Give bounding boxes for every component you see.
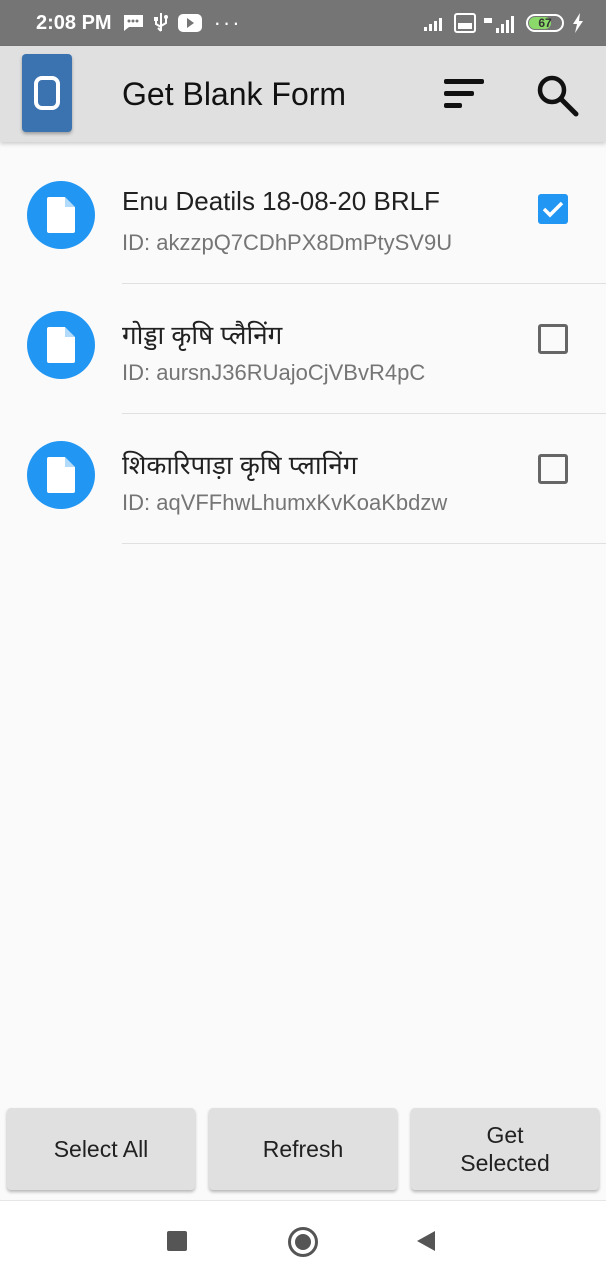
- recents-icon[interactable]: [167, 1231, 187, 1251]
- screen: 2:08 PM ··· 67 Get Blank Form Enu Deatil…: [0, 0, 606, 1280]
- youtube-icon: [177, 14, 202, 32]
- form-avatar: [27, 181, 95, 249]
- document-icon: [47, 197, 75, 233]
- form-list-item[interactable]: Enu Deatils 18-08-20 BRLF ID: akzzpQ7CDh…: [0, 154, 606, 284]
- status-icons-left: ···: [122, 12, 242, 34]
- form-checkbox[interactable]: [538, 324, 568, 354]
- form-title: शिकारिपाड़ा कृषि प्लानिंग: [122, 450, 358, 480]
- document-icon: [47, 327, 75, 363]
- checkmark-icon: [542, 201, 564, 218]
- search-icon: [537, 75, 579, 117]
- more-notifications-icon: ···: [213, 10, 242, 35]
- battery-icon: 67: [526, 14, 564, 32]
- status-bar: 2:08 PM ··· 67: [0, 0, 606, 46]
- toolbar: Get Blank Form: [0, 46, 606, 142]
- form-title: Enu Deatils 18-08-20 BRLF: [122, 186, 440, 216]
- form-avatar: [27, 311, 95, 379]
- status-time: 2:08 PM: [36, 11, 112, 34]
- form-checkbox[interactable]: [538, 194, 568, 224]
- page-title: Get Blank Form: [122, 76, 347, 112]
- back-icon[interactable]: [416, 1230, 436, 1252]
- document-icon: [47, 457, 75, 493]
- battery-level: 67: [538, 16, 552, 30]
- form-list-item[interactable]: गोड्डा कृषि प्लैनिंग ID: aursnJ36RUajoCj…: [0, 284, 606, 414]
- search-button[interactable]: [536, 74, 580, 118]
- charging-icon: [573, 13, 583, 33]
- volte-icon: [454, 13, 476, 33]
- status-icons-right: 67: [424, 13, 584, 33]
- 4g-signal-icon: [484, 16, 514, 33]
- divider: [122, 543, 606, 544]
- system-navigation-bar: [0, 1200, 606, 1280]
- form-avatar: [27, 441, 95, 509]
- form-checkbox[interactable]: [538, 454, 568, 484]
- app-logo-icon: [22, 54, 72, 132]
- home-icon[interactable]: [288, 1227, 318, 1257]
- bottom-action-bar: Select All Refresh Get Selected: [0, 1108, 606, 1190]
- select-all-button[interactable]: Select All: [7, 1108, 195, 1190]
- form-id: ID: aqVFFhwLhumxKvKoaKbdzw: [122, 490, 448, 515]
- form-list-item[interactable]: शिकारिपाड़ा कृषि प्लानिंग ID: aqVFFhwLhu…: [0, 414, 606, 544]
- sort-button[interactable]: [442, 76, 488, 112]
- sort-icon: [444, 79, 484, 108]
- signal-icon: [424, 18, 442, 31]
- form-id: ID: aursnJ36RUajoCjVBvR4pC: [122, 360, 426, 385]
- form-id: ID: akzzpQ7CDhPX8DmPtySV9U: [122, 230, 453, 255]
- form-list: Enu Deatils 18-08-20 BRLF ID: akzzpQ7CDh…: [0, 154, 606, 544]
- refresh-button[interactable]: Refresh: [209, 1108, 397, 1190]
- get-selected-button[interactable]: Get Selected: [411, 1108, 599, 1190]
- form-title: गोड्डा कृषि प्लैनिंग: [122, 320, 283, 350]
- message-icon: [122, 15, 143, 31]
- usb-icon: [153, 13, 168, 32]
